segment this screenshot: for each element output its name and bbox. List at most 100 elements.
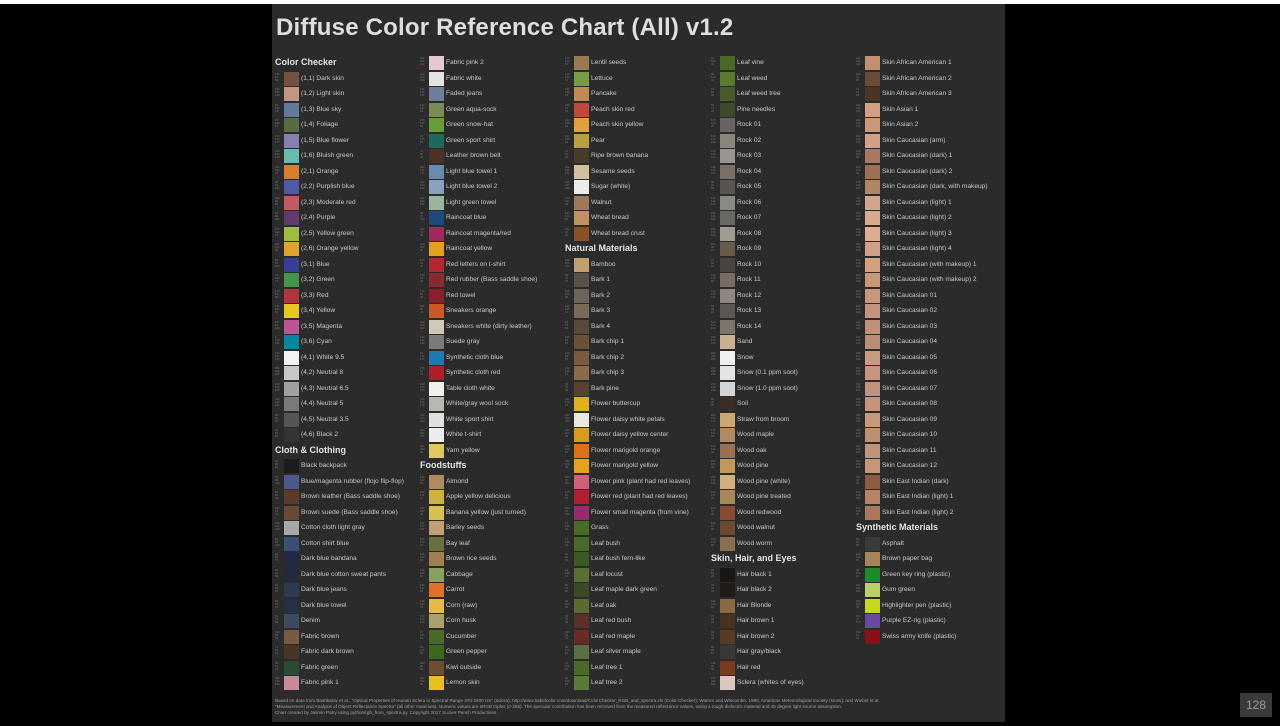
color-label: Wood maple <box>737 431 774 438</box>
color-swatch <box>720 583 735 597</box>
rgb-readout: 176 32 48 <box>565 491 570 500</box>
color-label: Purple EZ-rig (plastic) <box>882 617 946 624</box>
color-swatch <box>574 319 589 334</box>
color-label: Light green towel <box>446 198 497 206</box>
color-swatch <box>429 56 444 70</box>
color-swatch <box>429 226 444 241</box>
color-swatch <box>720 319 735 334</box>
color-entry: 90 58 34 Hair brown 2 <box>711 629 856 645</box>
color-label: Skin East Indian (dark) <box>882 477 949 485</box>
color-entry: 216 168 144 Skin Caucasian (light) 2 <box>856 210 1001 226</box>
color-swatch <box>429 335 444 349</box>
color-entry: 160 42 90 Raincoat magenta/red <box>420 226 565 242</box>
rgb-readout: 122 106 88 <box>565 305 570 314</box>
rgb-readout: 106 74 56 <box>856 72 861 82</box>
color-label: Green snow-hat <box>446 121 493 128</box>
color-swatch <box>284 676 299 690</box>
color-label: Red rubber (Bass saddle shoe) <box>446 276 538 283</box>
rgb-readout: 168 132 90 <box>856 553 861 562</box>
color-entry: 122 90 64 Bark chip 2 <box>565 350 710 366</box>
color-entry: 122 112 104 Rock 04 <box>711 164 856 180</box>
rgb-readout: 192 138 80 <box>565 88 570 97</box>
color-entry: 200 176 144 Sand <box>711 334 856 350</box>
color-label: Flower red (plant had red leaves) <box>591 493 688 500</box>
color-label: Rock 09 <box>737 245 762 252</box>
rgb-readout: 106 42 40 <box>565 630 570 640</box>
color-entry: 58 74 42 Pine needles <box>711 102 856 118</box>
color-label: Skin Caucasian 08 <box>882 400 937 407</box>
color-entry: 200 152 120 Skin Caucasian (with makeup) 2 <box>856 272 1001 288</box>
color-entry: 138 106 72 Bark chip 3 <box>565 365 710 381</box>
color-label: Snow (1.0 ppm soot) <box>737 384 798 392</box>
color-label: Raincoat blue <box>446 214 487 221</box>
color-swatch <box>284 567 299 582</box>
color-entry: 74 106 42 Leaf tree 1 <box>565 660 710 676</box>
rgb-readout: 192 146 124 <box>856 382 861 392</box>
color-entry: 138 80 40 Wheat bread crust <box>565 226 710 242</box>
rgb-readout: 208 192 160 <box>565 165 570 175</box>
color-swatch <box>574 56 589 70</box>
color-entry: 90 84 80 Rock 05 <box>711 179 856 195</box>
color-swatch <box>574 521 589 535</box>
color-swatch <box>429 676 444 690</box>
color-label: Cotton shirt blue <box>301 539 350 547</box>
color-swatch <box>429 428 444 442</box>
color-swatch <box>429 645 444 659</box>
color-entry: 107 74 53 Brown suede (Bass saddle shoe) <box>275 505 420 521</box>
color-label: Red towel <box>446 291 476 299</box>
color-label: (4,5) Neutral 3.5 <box>301 415 349 423</box>
color-entry: 138 138 132 Rock 06 <box>711 195 856 211</box>
rgb-readout: 74 52 40 <box>856 88 860 97</box>
color-entry: 90 106 48 Leaf oak <box>565 598 710 614</box>
rgb-readout: 216 200 192 <box>711 677 716 686</box>
rgb-readout: 106 74 160 <box>856 615 861 624</box>
rgb-readout: 224 112 42 <box>420 584 425 593</box>
color-swatch <box>574 397 589 411</box>
rgb-readout: 30 74 128 <box>420 212 425 221</box>
color-entry: 58 56 54 Hair gray/black <box>711 644 856 660</box>
rgb-readout: 106 100 90 <box>565 289 570 299</box>
rgb-readout: 74 106 42 <box>565 537 570 547</box>
rgb-readout: 176 132 104 <box>856 181 861 190</box>
color-swatch <box>865 118 880 132</box>
color-label: Peach skin red <box>591 105 635 113</box>
color-label: Flower daisy yellow center <box>591 431 669 438</box>
color-label: Light blue towel 1 <box>446 167 498 175</box>
color-label: (3,6) Cyan <box>301 338 332 345</box>
chart-footer: Based on data from Bashkatov et al., "Op… <box>275 698 1000 716</box>
rgb-readout: 212 164 140 <box>856 196 861 206</box>
color-swatch <box>574 645 589 659</box>
color-entry: 34 28 24 Hair black 2 <box>711 582 856 598</box>
color-label: (1,1) Dark skin <box>301 74 344 82</box>
color-entry: 232 184 72 Corn (raw) <box>420 598 565 614</box>
rgb-readout: 154 112 80 <box>711 444 716 454</box>
color-entry: 232 232 224 Flower daisy white petals <box>565 412 710 428</box>
color-swatch <box>720 149 735 163</box>
color-entry: 70 148 73 (3,2) Green <box>275 272 420 288</box>
color-swatch <box>720 273 735 287</box>
color-label: Leaf red maple <box>591 632 635 640</box>
color-swatch <box>284 350 299 365</box>
color-label: Brown leather (Bass saddle shoe) <box>301 493 400 500</box>
color-entry: 115 82 68 (1,1) Dark skin <box>275 71 420 87</box>
color-label: White sport shirt <box>446 415 494 423</box>
color-chart: Diffuse Color Reference Chart (All) v1.2… <box>272 4 1005 722</box>
color-swatch <box>429 149 444 163</box>
color-label: Wood oak <box>737 446 767 454</box>
color-entry: 220 172 148 Skin Caucasian (light) 3 <box>856 226 1001 242</box>
section-header-synthetic-materials: Synthetic Materials <box>856 522 939 532</box>
rgb-readout: 138 160 96 <box>420 568 425 578</box>
color-label: Skin Caucasian 02 <box>882 307 937 314</box>
color-swatch <box>574 536 589 551</box>
color-label: Rock 04 <box>737 167 762 175</box>
rgb-readout: 236 236 236 <box>565 181 570 190</box>
rgb-readout: 58 106 30 <box>420 646 425 655</box>
color-swatch <box>720 505 735 520</box>
rgb-readout: 157 188 64 <box>275 227 280 237</box>
color-entry: 74 106 42 Cucumber <box>420 629 565 645</box>
rgb-readout: 160 160 160 <box>275 382 280 392</box>
rgb-readout: 36 42 62 <box>275 568 279 578</box>
color-label: (1,2) Light skin <box>301 90 345 97</box>
rgb-readout: 216 168 144 <box>856 212 861 221</box>
color-label: Sugar (white) <box>591 183 631 190</box>
